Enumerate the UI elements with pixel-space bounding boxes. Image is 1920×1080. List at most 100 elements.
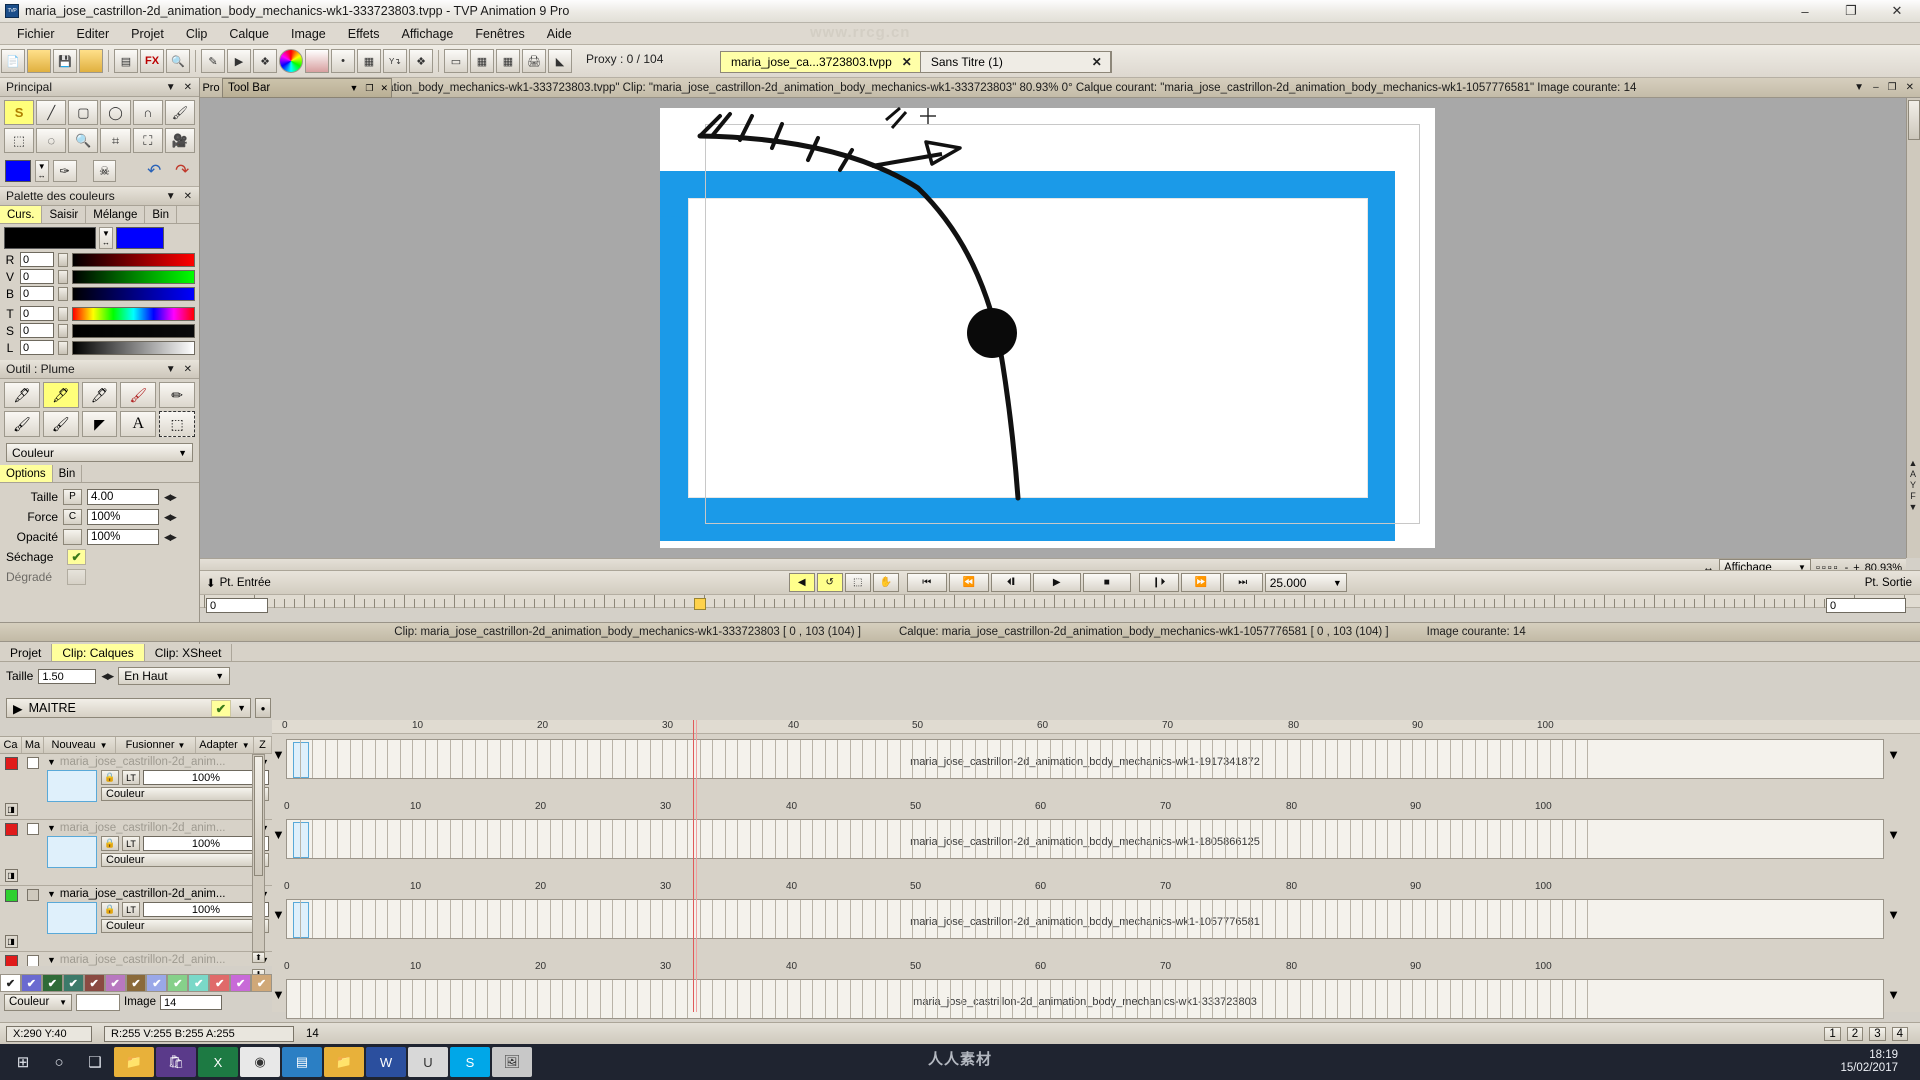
column-adapter[interactable]: Adapter ▼	[196, 737, 254, 753]
layer-thumbnail[interactable]	[47, 770, 97, 802]
channel-knob-v[interactable]	[58, 269, 68, 284]
channel-knob-r[interactable]	[58, 252, 68, 267]
shade-icon[interactable]: ❖	[409, 49, 433, 73]
palette-tab-bin[interactable]: Bin	[145, 206, 177, 223]
channel-value-l[interactable]: 0	[20, 340, 54, 355]
expand-icon[interactable]: ▶	[13, 701, 23, 716]
close-icon[interactable]: ✕	[184, 82, 192, 93]
menu-item-clip[interactable]: Clip	[175, 25, 219, 43]
table-icon[interactable]: ▦	[470, 49, 494, 73]
color-swatch-11[interactable]: ✔	[230, 974, 252, 992]
xsheet-track-2[interactable]: ▼ maria_jose_castrillon-2d_animation_bod…	[272, 815, 1920, 881]
select-icon[interactable]: ⬚	[4, 128, 35, 153]
page-2-button[interactable]: 2	[1846, 1026, 1864, 1041]
zoom-icon[interactable]: 🔍	[68, 128, 99, 153]
triangle-icon[interactable]: ◣	[548, 49, 572, 73]
channel-knob-l[interactable]	[58, 340, 68, 355]
color-swatch-10[interactable]: ✔	[209, 974, 231, 992]
menu-item-projet[interactable]: Projet	[120, 25, 175, 43]
tab-clip-calques[interactable]: Clip: Calques	[52, 644, 145, 661]
track-collapse-icon[interactable]: ▼	[272, 987, 285, 1002]
table-row[interactable]: ◨ ▼ maria_jose_castrillon-2d_anim... ▼ 🔒…	[0, 754, 272, 820]
maximize-button[interactable]: ❐	[1828, 0, 1874, 22]
fast-forward-icon[interactable]: ⏩	[1180, 573, 1221, 592]
frame-icon[interactable]: ▭	[444, 49, 468, 73]
direction-icon[interactable]: ◀	[788, 573, 815, 592]
close-icon[interactable]: ✕	[184, 191, 192, 202]
layer-list[interactable]: ◨ ▼ maria_jose_castrillon-2d_anim... ▼ 🔒…	[0, 754, 272, 966]
text-icon[interactable]: A	[120, 411, 157, 437]
xsheet-panel[interactable]: 0 10 20 30 40 50 60 70 80 90 100 ▼ maria…	[272, 720, 1920, 1019]
curve-icon[interactable]: ∩	[132, 100, 163, 125]
canvas-vertical-scrollbar[interactable]: ▲ A Y F ▼	[1906, 98, 1920, 558]
skull-icon[interactable]: ☠	[92, 160, 117, 182]
track-end-icon[interactable]: ▼	[1887, 747, 1900, 762]
column-fusionner[interactable]: Fusionner ▼	[116, 737, 196, 753]
last-frame-icon[interactable]: ⏭	[1222, 573, 1263, 592]
play-icon[interactable]: ▶	[1032, 573, 1081, 592]
layer-scrollbar-thumb[interactable]	[254, 756, 263, 876]
photos-icon[interactable]: 🖼	[492, 1047, 532, 1077]
lock-icon[interactable]: 🔒	[101, 836, 119, 851]
lock-icon[interactable]: 🔒	[101, 902, 119, 917]
chevron-down-icon[interactable]: ▼	[349, 83, 358, 94]
color-swatch-3[interactable]: ✔	[62, 974, 84, 992]
save-icon[interactable]: 💾	[53, 49, 77, 73]
taille-field[interactable]: 1.50	[38, 668, 97, 684]
page-3-button[interactable]: 3	[1869, 1026, 1886, 1041]
channel-ramp-b[interactable]	[72, 286, 195, 301]
master-knob[interactable]: ●	[255, 698, 271, 718]
track-end-icon[interactable]: ▼	[1887, 827, 1900, 842]
color-swatch-1[interactable]: ✔	[20, 974, 42, 992]
tab-close-2[interactable]: ✕	[1092, 55, 1102, 69]
layer-color-swatch[interactable]	[4, 955, 18, 966]
xsheet-ruler-top[interactable]: 0 10 20 30 40 50 60 70 80 90 100	[272, 720, 1920, 734]
u-icon[interactable]: U	[408, 1047, 448, 1077]
airbrush-icon[interactable]: 🖌	[42, 411, 79, 437]
layer-opacity[interactable]: 100%	[143, 836, 269, 851]
layer-blend-combo[interactable]: Couleur ▼	[101, 919, 269, 933]
store-icon[interactable]: 🛍	[156, 1047, 196, 1077]
close-icon[interactable]: ✕	[184, 364, 192, 375]
table-row[interactable]: ◨ ▼ maria_jose_castrillon-2d_anim... ▼ 🔒…	[0, 886, 272, 952]
taskbar-clock[interactable]: 18:19 15/02/2017	[1840, 1049, 1914, 1075]
table-row[interactable]: ◨ ▼ maria_jose_castrillon-2d_anim... ▼ 🔒…	[0, 820, 272, 886]
range-icon[interactable]: ⬚	[844, 573, 871, 592]
channel-value-t[interactable]: 0	[20, 306, 54, 321]
start-button[interactable]: ⊞	[6, 1046, 40, 1078]
track-frames[interactable]: maria_jose_castrillon-2d_animation_body_…	[286, 979, 1884, 1019]
chevron-down-icon[interactable]: ▼	[47, 823, 56, 833]
menu-item-fichier[interactable]: Fichier	[6, 25, 66, 43]
tab-close-1[interactable]: ✕	[902, 55, 912, 69]
track-collapse-icon[interactable]: ▼	[272, 827, 285, 842]
color-swatch-6[interactable]: ✔	[125, 974, 147, 992]
chevron-down-icon[interactable]: ▼	[47, 757, 56, 767]
pen-marker-icon[interactable]: 🖊	[81, 382, 118, 408]
layer-mask-checkbox[interactable]	[27, 757, 39, 769]
fps-combo[interactable]: 25.000 ▼	[1264, 573, 1347, 592]
fx-icon[interactable]: FX	[140, 49, 164, 73]
rectangle-icon[interactable]: ▢	[68, 100, 99, 125]
brush-mode-combo[interactable]: Couleur ▼	[6, 443, 193, 462]
floating-tool-bar[interactable]: Tool Bar ▼ ❐ ✕	[222, 78, 392, 98]
hand-icon[interactable]: ✋	[872, 573, 899, 592]
footer-color-preview[interactable]	[76, 993, 120, 1011]
option-mini-force[interactable]: C	[63, 509, 82, 525]
track-collapse-icon[interactable]: ▼	[272, 747, 285, 762]
keyframe-icon[interactable]: ◨	[4, 803, 18, 816]
restore-icon[interactable]: ❐	[1888, 82, 1897, 93]
keyframe-icon[interactable]: ◨	[4, 935, 18, 948]
layer-opacity[interactable]: 100%	[143, 902, 269, 917]
clip-marker[interactable]	[694, 598, 706, 610]
camera-icon[interactable]: 🎥	[164, 128, 195, 153]
layer-thumbnail[interactable]	[47, 836, 97, 868]
layer-color-swatch[interactable]	[4, 757, 18, 770]
layer-color-swatch[interactable]	[4, 889, 18, 902]
xsheet-track-3[interactable]: ▼ maria_jose_castrillon-2d_animation_bod…	[272, 895, 1920, 961]
close-icon[interactable]: ✕	[1906, 82, 1914, 93]
track-frames[interactable]: maria_jose_castrillon-2d_animation_body_…	[286, 819, 1884, 859]
crop-icon[interactable]: ⌗	[100, 128, 131, 153]
explorer-icon[interactable]: 📁	[324, 1047, 364, 1077]
option-value-force[interactable]: 100%	[87, 509, 159, 525]
layer-mask-checkbox[interactable]	[27, 823, 39, 835]
